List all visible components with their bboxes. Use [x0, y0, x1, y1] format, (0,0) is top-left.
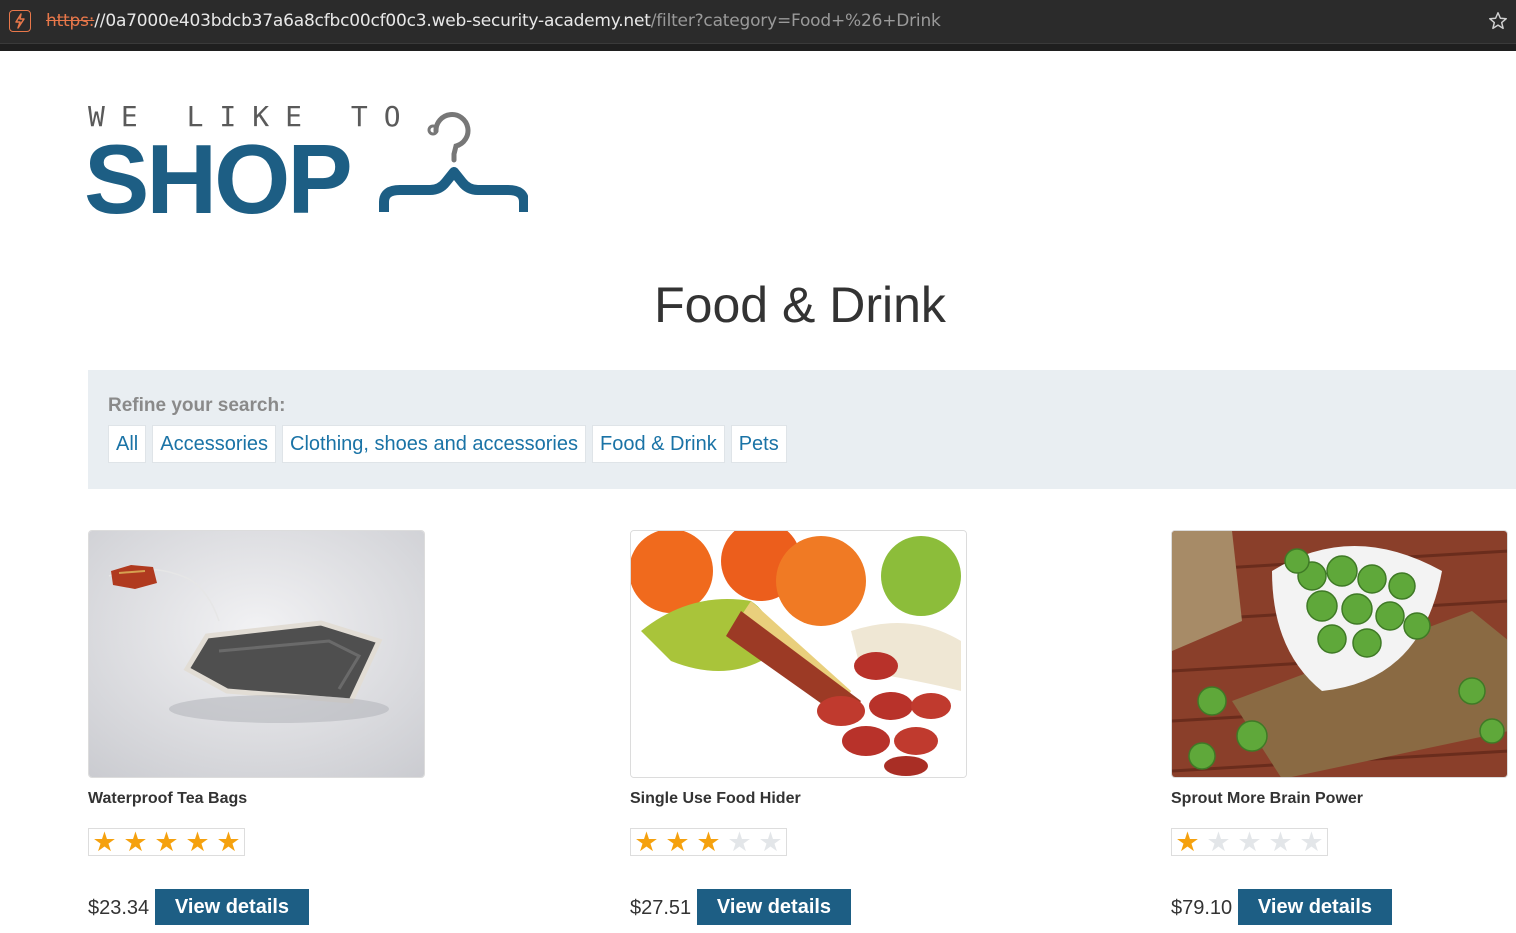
product-image-tea-bags: [88, 530, 425, 778]
view-details-button[interactable]: View details: [155, 889, 309, 925]
star-icon: ★: [185, 827, 210, 857]
url-path: /filter?category=Food+%26+Drink: [650, 11, 941, 31]
product-price: $79.10: [1171, 897, 1233, 919]
star-icon: ★: [1175, 827, 1200, 857]
star-icon: ★: [1299, 827, 1324, 857]
star-icon: ★: [727, 827, 752, 857]
rating-stars: ★ ★ ★ ★ ★: [1171, 828, 1328, 856]
product-price: $27.51: [630, 897, 692, 919]
logo-brand[interactable]: SHOP: [84, 124, 353, 234]
star-icon: ★: [696, 827, 721, 857]
star-icon: ★: [758, 827, 783, 857]
url-host: //0a7000e403bdcb37a6a8cfbc00cf00c3.web-s…: [94, 11, 651, 31]
filter-label: Refine your search:: [108, 395, 286, 416]
product-name: Waterproof Tea Bags: [88, 790, 248, 807]
product-image-food-hider: [630, 530, 967, 778]
star-icon: ★: [1237, 827, 1262, 857]
filter-food-drink[interactable]: Food & Drink: [592, 425, 725, 463]
product-name: Single Use Food Hider: [630, 790, 801, 807]
star-icon: ★: [216, 827, 241, 857]
star-icon: ★: [92, 827, 117, 857]
view-details-button[interactable]: View details: [1238, 889, 1392, 925]
bookmark-star-icon[interactable]: [1487, 10, 1509, 32]
hanger-icon: [379, 112, 528, 212]
page-title: Food & Drink: [654, 277, 946, 333]
filter-pets[interactable]: Pets: [730, 425, 787, 463]
rating-stars: ★ ★ ★ ★ ★: [88, 828, 245, 856]
product-image-sprouts: [1171, 530, 1508, 778]
browser-toolbar: https://0a7000e403bdcb37a6a8cfbc00cf00c3…: [0, 0, 1516, 51]
address-bar[interactable]: https://0a7000e403bdcb37a6a8cfbc00cf00c3…: [0, 0, 1516, 44]
site-security-icon[interactable]: [9, 10, 31, 32]
product-card: Single Use Food Hider ★ ★ ★ ★ ★ $27.51 V…: [630, 530, 970, 925]
url-scheme: https:: [46, 11, 95, 31]
rating-stars: ★ ★ ★ ★ ★: [630, 828, 787, 856]
filter-accessories[interactable]: Accessories: [152, 425, 277, 463]
product-card: Sprout More Brain Power ★ ★ ★ ★ ★ $79.10…: [1171, 530, 1511, 925]
filter-list: All Accessories Clothing, shoes and acce…: [108, 425, 787, 463]
view-details-button[interactable]: View details: [697, 889, 851, 925]
star-icon: ★: [634, 827, 659, 857]
star-icon: ★: [1268, 827, 1293, 857]
product-name: Sprout More Brain Power: [1171, 790, 1364, 807]
filter-all[interactable]: All: [108, 425, 147, 463]
star-icon: ★: [154, 827, 179, 857]
star-icon: ★: [123, 827, 148, 857]
star-icon: ★: [665, 827, 690, 857]
filter-panel: Refine your search: All Accessories Clot…: [88, 370, 1516, 489]
filter-clothing[interactable]: Clothing, shoes and accessories: [282, 425, 586, 463]
product-price: $23.34: [88, 897, 150, 919]
star-icon: ★: [1206, 827, 1231, 857]
url-text[interactable]: https://0a7000e403bdcb37a6a8cfbc00cf00c3…: [46, 11, 941, 31]
product-card: Waterproof Tea Bags ★ ★ ★ ★ ★ $23.34 Vie…: [88, 530, 428, 925]
